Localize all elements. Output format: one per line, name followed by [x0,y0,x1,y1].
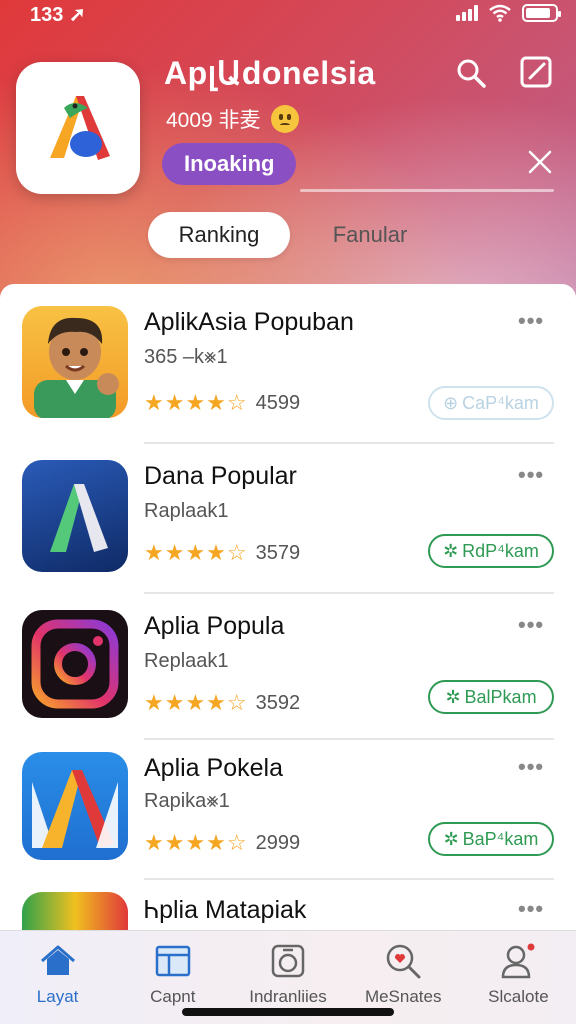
app-list: AplikAsia Popuban 365 –k⨳1 ★★★★☆ 4599 ••… [0,284,576,944]
more-icon[interactable]: ••• [518,462,544,488]
app-name: Ꮒplia Matapiak [144,896,307,924]
more-icon[interactable]: ••• [518,612,544,638]
star-rating-icon: ★★★★☆ [144,690,248,715]
sad-face-icon [270,105,299,133]
browser-icon [155,945,191,977]
add-icon: ⊕ [443,392,459,413]
row-divider [144,592,554,594]
home-indicator[interactable] [182,1008,394,1016]
close-icon[interactable] [528,150,552,174]
app-name: Aplia Pokela [144,754,283,782]
profile-icon [502,943,535,979]
app-subtitle: 365 –k⨳1 [144,346,228,368]
game-icon [271,944,305,978]
edit-icon[interactable] [520,56,552,88]
status-time: 133 ➚ [30,4,86,26]
row-divider [144,878,554,880]
star-rating-icon: ★★★★☆ [144,540,248,565]
home-icon [40,945,75,975]
get-button[interactable]: ✲ RdP⁴kam [428,534,554,568]
app-rating: ★★★★☆ 2999 [144,830,301,855]
list-item[interactable]: Aplia Pokela Rapika⨳1 ★★★★☆ 2999 ••• ✲ Ba… [0,752,576,902]
get-button[interactable]: ✲ BaP⁴kam [428,822,554,856]
app-icon-a-letter [22,752,128,860]
app-subtitle: Rapika⨳1 [144,790,230,812]
app-icon-camera [22,610,128,718]
more-icon[interactable]: ••• [518,896,544,922]
get-button[interactable]: ⊕ CaP⁴kam [428,386,554,420]
tab-popular[interactable]: Fanular [300,212,440,258]
add-icon: ✲ [443,540,459,561]
add-icon: ✲ [445,686,461,707]
header-divider [300,189,554,192]
tab-layat[interactable]: Layat [0,931,115,1024]
app-name: AplikAsia Popuban [144,308,354,336]
list-item[interactable]: Aplia Popula Replaak1 ★★★★☆ 3592 ••• ✲ Ba… [0,610,576,760]
wifi-icon [489,4,511,22]
more-icon[interactable]: ••• [518,754,544,780]
tab-slcalote[interactable]: Slcalote [461,931,576,1024]
more-icon[interactable]: ••• [518,308,544,334]
status-bar: 133 ➚ [0,0,576,28]
list-item[interactable]: AplikAsia Popuban 365 –k⨳1 ★★★★☆ 4599 ••… [0,306,576,456]
app-subtitle: Replaak1 [144,650,229,672]
app-name: Aplia Popula [144,612,285,640]
list-item[interactable]: Dana Popular Raplaak1 ★★★★☆ 3579 ••• ✲ Rd… [0,460,576,610]
signal-icon [456,5,478,21]
search-icon[interactable] [456,58,486,88]
app-logo [16,62,140,194]
app-rating: ★★★★☆ 3579 [144,540,301,565]
add-icon: ✲ [443,828,459,849]
page-title: ApլԱdonelsia [164,55,376,91]
star-rating-icon: ★★★★☆ [144,830,248,855]
ranking-badge[interactable]: Inoaking [162,143,297,185]
app-subtitle: Raplaak1 [144,500,229,522]
app-icon-a-letter [22,460,128,572]
location-arrow-icon: ➚ [68,4,86,26]
app-icon-cartoon [22,306,128,418]
app-rating: ★★★★☆ 4599 [144,390,301,415]
star-rating-icon: ★★★★☆ [144,390,248,415]
app-subtitle: 4009 ⾮⻨ [166,104,299,134]
tab-ranking[interactable]: Ranking [148,212,290,258]
app-name: Dana Popular [144,462,297,490]
battery-icon [522,4,561,22]
search-heart-icon [386,944,421,979]
app-rating: ★★★★☆ 3592 [144,690,301,715]
get-button[interactable]: ✲ BalPkam [428,680,554,714]
row-divider [144,442,554,444]
row-divider [144,738,554,740]
